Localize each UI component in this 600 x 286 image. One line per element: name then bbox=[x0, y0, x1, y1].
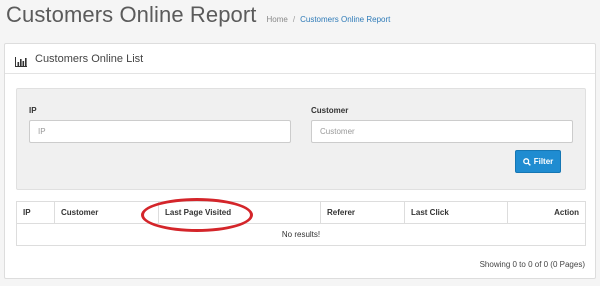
ip-label: IP bbox=[29, 106, 37, 115]
table-row: No results! bbox=[16, 223, 586, 246]
breadcrumb: Home / Customers Online Report bbox=[267, 15, 391, 24]
filter-button[interactable]: Filter bbox=[515, 150, 561, 173]
column-header-last-click[interactable]: Last Click bbox=[404, 201, 508, 224]
panel-title: Customers Online List bbox=[35, 52, 144, 65]
customers-online-panel: Customers Online List IP IP Customer Cus… bbox=[4, 43, 596, 279]
panel-heading: Customers Online List bbox=[5, 44, 595, 74]
filter-button-label: Filter bbox=[533, 157, 554, 166]
table-header-row: IP Customer Last Page Visited Referer La… bbox=[16, 201, 586, 224]
customer-label: Customer bbox=[311, 106, 349, 115]
highlight-annotation-oval bbox=[141, 198, 253, 232]
breadcrumb-home-link[interactable]: Home bbox=[267, 15, 288, 24]
page-header: Customers Online Report Home / Customers O… bbox=[6, 2, 390, 34]
page-title: Customers Online Report bbox=[6, 2, 257, 27]
customers-online-table: IP Customer Last Page Visited Referer La… bbox=[16, 201, 586, 246]
breadcrumb-separator: / bbox=[292, 15, 296, 24]
customer-input[interactable]: Customer bbox=[311, 120, 573, 143]
column-header-ip[interactable]: IP bbox=[16, 201, 55, 224]
filter-box: IP IP Customer Customer bbox=[16, 88, 586, 190]
column-header-action: Action bbox=[507, 201, 586, 224]
pagination-summary: Showing 0 to 0 of 0 (0 Pages) bbox=[479, 260, 585, 269]
breadcrumb-current-link[interactable]: Customers Online Report bbox=[300, 15, 390, 24]
ip-input[interactable]: IP bbox=[29, 120, 291, 143]
column-header-referer[interactable]: Referer bbox=[320, 201, 405, 224]
no-results-message: No results! bbox=[16, 223, 586, 246]
bar-chart-icon bbox=[15, 54, 27, 67]
search-icon bbox=[522, 157, 531, 166]
